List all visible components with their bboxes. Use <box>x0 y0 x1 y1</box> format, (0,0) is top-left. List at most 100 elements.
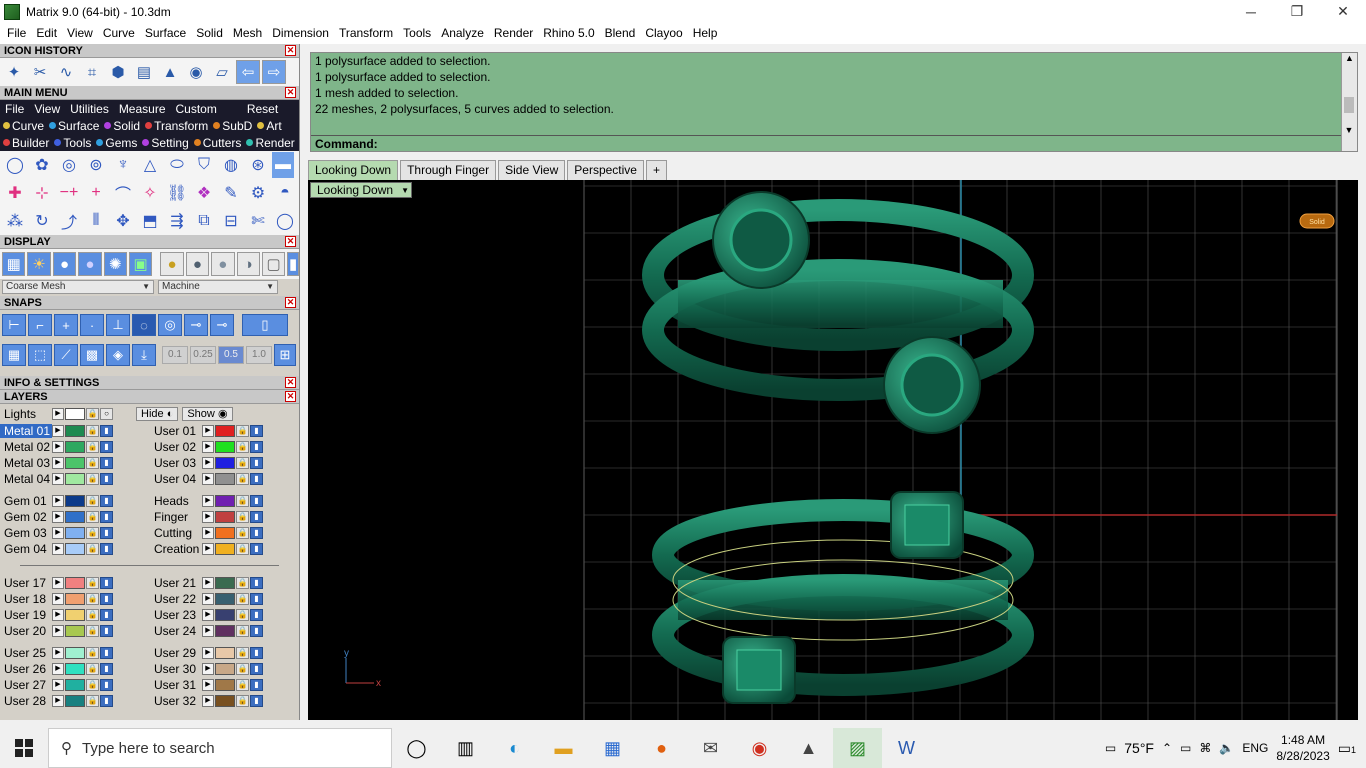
expand-icon[interactable]: ▶ <box>202 679 214 691</box>
wireframe-icon[interactable]: ▦ <box>2 252 26 276</box>
main-menu-category-builder[interactable]: Builder <box>0 136 51 150</box>
main-menu-tab-custom[interactable]: Custom <box>171 102 222 116</box>
mesh-quality-select[interactable]: Coarse Mesh ▼ <box>2 280 154 294</box>
link-icon[interactable]: ⛓ <box>164 180 190 206</box>
expand-icon[interactable]: ▶ <box>202 625 214 637</box>
layer-color[interactable] <box>65 527 85 539</box>
menu-view[interactable]: View <box>62 23 98 44</box>
layer-name[interactable]: Heads <box>150 494 202 508</box>
layer-name[interactable]: User 20 <box>0 624 52 638</box>
visibility-icon[interactable]: ▮ <box>250 457 263 469</box>
expand-icon[interactable]: ▶ <box>52 695 64 707</box>
scene-icon[interactable]: ▣ <box>128 252 153 276</box>
lock-icon[interactable]: 🔒 <box>86 695 99 707</box>
volume-icon[interactable]: 🔈 <box>1219 741 1234 755</box>
torus-icon[interactable]: ◓ <box>272 180 298 206</box>
expand-icon[interactable]: ▶ <box>52 473 64 485</box>
layer-color[interactable] <box>215 511 235 523</box>
lock-icon[interactable]: 🔒 <box>86 495 99 507</box>
shank-icon[interactable]: ⊛ <box>245 152 271 178</box>
snap-value-1.0[interactable]: 1.0 <box>246 346 272 364</box>
visibility-icon[interactable]: ▮ <box>100 457 113 469</box>
expand-icon[interactable]: ▶ <box>202 593 214 605</box>
menu-mesh[interactable]: Mesh <box>228 23 267 44</box>
layer-name[interactable]: User 19 <box>0 608 52 622</box>
snap-end-icon[interactable]: ⊢ <box>2 314 26 336</box>
visibility-icon[interactable]: ▮ <box>250 495 263 507</box>
lights-color[interactable] <box>65 407 85 420</box>
layer-color[interactable] <box>215 527 235 539</box>
menu-dimension[interactable]: Dimension <box>267 23 334 44</box>
weather-icon[interactable]: ▭ <box>1105 741 1116 755</box>
layer-name[interactable]: User 02 <box>150 440 202 454</box>
expand-icon[interactable]: ▶ <box>202 577 214 589</box>
menu-tools[interactable]: Tools <box>398 23 436 44</box>
expand-icon[interactable]: ▶ <box>202 647 214 659</box>
layer-name[interactable]: User 28 <box>0 694 52 708</box>
lock-icon[interactable]: 🔒 <box>86 593 99 605</box>
hide-button[interactable]: Hide ◐ <box>136 406 179 421</box>
glossy-sphere-icon[interactable]: ● <box>78 252 102 276</box>
lock-icon[interactable]: 🔒 <box>236 647 249 659</box>
scroll-down-icon[interactable]: ▼ <box>1342 125 1356 135</box>
main-menu-category-setting[interactable]: Setting <box>139 136 190 150</box>
gem-cut-icon[interactable]: ✧ <box>137 180 163 206</box>
ruler-snap-icon[interactable]: ⟋ <box>54 344 78 366</box>
main-menu-category-transform[interactable]: Transform <box>142 119 210 133</box>
layer-name[interactable]: User 18 <box>0 592 52 606</box>
layer-color[interactable] <box>215 625 235 637</box>
main-menu-category-gems[interactable]: Gems <box>93 136 139 150</box>
layer-color[interactable] <box>215 593 235 605</box>
layer-name[interactable]: User 23 <box>150 608 202 622</box>
bezel-icon[interactable]: ⊚ <box>83 152 109 178</box>
layer-color[interactable] <box>65 695 85 707</box>
layer-color[interactable] <box>65 609 85 621</box>
expand-icon[interactable]: ▶ <box>52 679 64 691</box>
expand-icon[interactable]: ▶ <box>202 511 214 523</box>
menu-analyze[interactable]: Analyze <box>436 23 489 44</box>
task-view-icon[interactable]: ▥ <box>441 728 490 768</box>
pointer-snap-icon[interactable]: ⤓ <box>132 344 156 366</box>
lock-icon[interactable]: 🔒 <box>86 407 99 420</box>
menu-help[interactable]: Help <box>688 23 723 44</box>
photos-icon[interactable]: ▲ <box>784 728 833 768</box>
expand-icon[interactable]: ▶ <box>202 609 214 621</box>
menu-render[interactable]: Render <box>489 23 538 44</box>
store-icon[interactable]: ▦ <box>588 728 637 768</box>
circle-icon[interactable]: ◯ <box>2 152 28 178</box>
minimize-button[interactable]: ─ <box>1228 0 1274 23</box>
expand-icon[interactable]: ▶ <box>52 593 64 605</box>
visibility-icon[interactable]: ▮ <box>100 647 113 659</box>
layer-name[interactable]: User 29 <box>150 646 202 660</box>
visibility-icon[interactable]: ▮ <box>250 625 263 637</box>
main-menu-category-solid[interactable]: Solid <box>101 119 142 133</box>
layer-name[interactable]: Cutting <box>150 526 202 540</box>
layer-color[interactable] <box>65 473 85 485</box>
visibility-icon[interactable]: ▮ <box>250 511 263 523</box>
ring-icon[interactable]: ◎ <box>56 152 82 178</box>
shield-icon[interactable]: ⛉ <box>191 152 217 178</box>
visibility-icon[interactable]: ▮ <box>250 441 263 453</box>
select-icon[interactable]: ✦ <box>2 60 26 84</box>
oval-icon[interactable]: ⬭ <box>164 152 190 178</box>
split-icon[interactable]: ⊟ <box>218 208 244 234</box>
lock-icon[interactable]: 🔒 <box>86 441 99 453</box>
snap-quad-icon[interactable]: ◎ <box>158 314 182 336</box>
cross-icon[interactable]: ⊹ <box>29 180 55 206</box>
lock-icon[interactable]: 🔒 <box>236 473 249 485</box>
lock-icon[interactable]: 🔒 <box>86 625 99 637</box>
lock-icon[interactable]: 🔒 <box>86 577 99 589</box>
visibility-icon[interactable]: ▮ <box>250 473 263 485</box>
point-icon[interactable]: + <box>83 180 109 206</box>
snap-lock-icon[interactable]: ▯ <box>242 314 288 336</box>
visibility-icon[interactable]: ▮ <box>100 495 113 507</box>
pattern-icon[interactable]: ❖ <box>191 180 217 206</box>
close-icon[interactable]: ✕ <box>285 391 296 402</box>
spray-icon[interactable]: ⇶ <box>164 208 190 234</box>
close-icon[interactable]: ✕ <box>285 377 296 388</box>
layer-name[interactable]: Metal 01 <box>0 424 52 438</box>
lock-icon[interactable]: 🔒 <box>236 577 249 589</box>
lock-icon[interactable]: 🔒 <box>236 679 249 691</box>
steel-material-icon[interactable]: ● <box>185 252 210 276</box>
battery-icon[interactable]: ▭ <box>1180 741 1191 755</box>
